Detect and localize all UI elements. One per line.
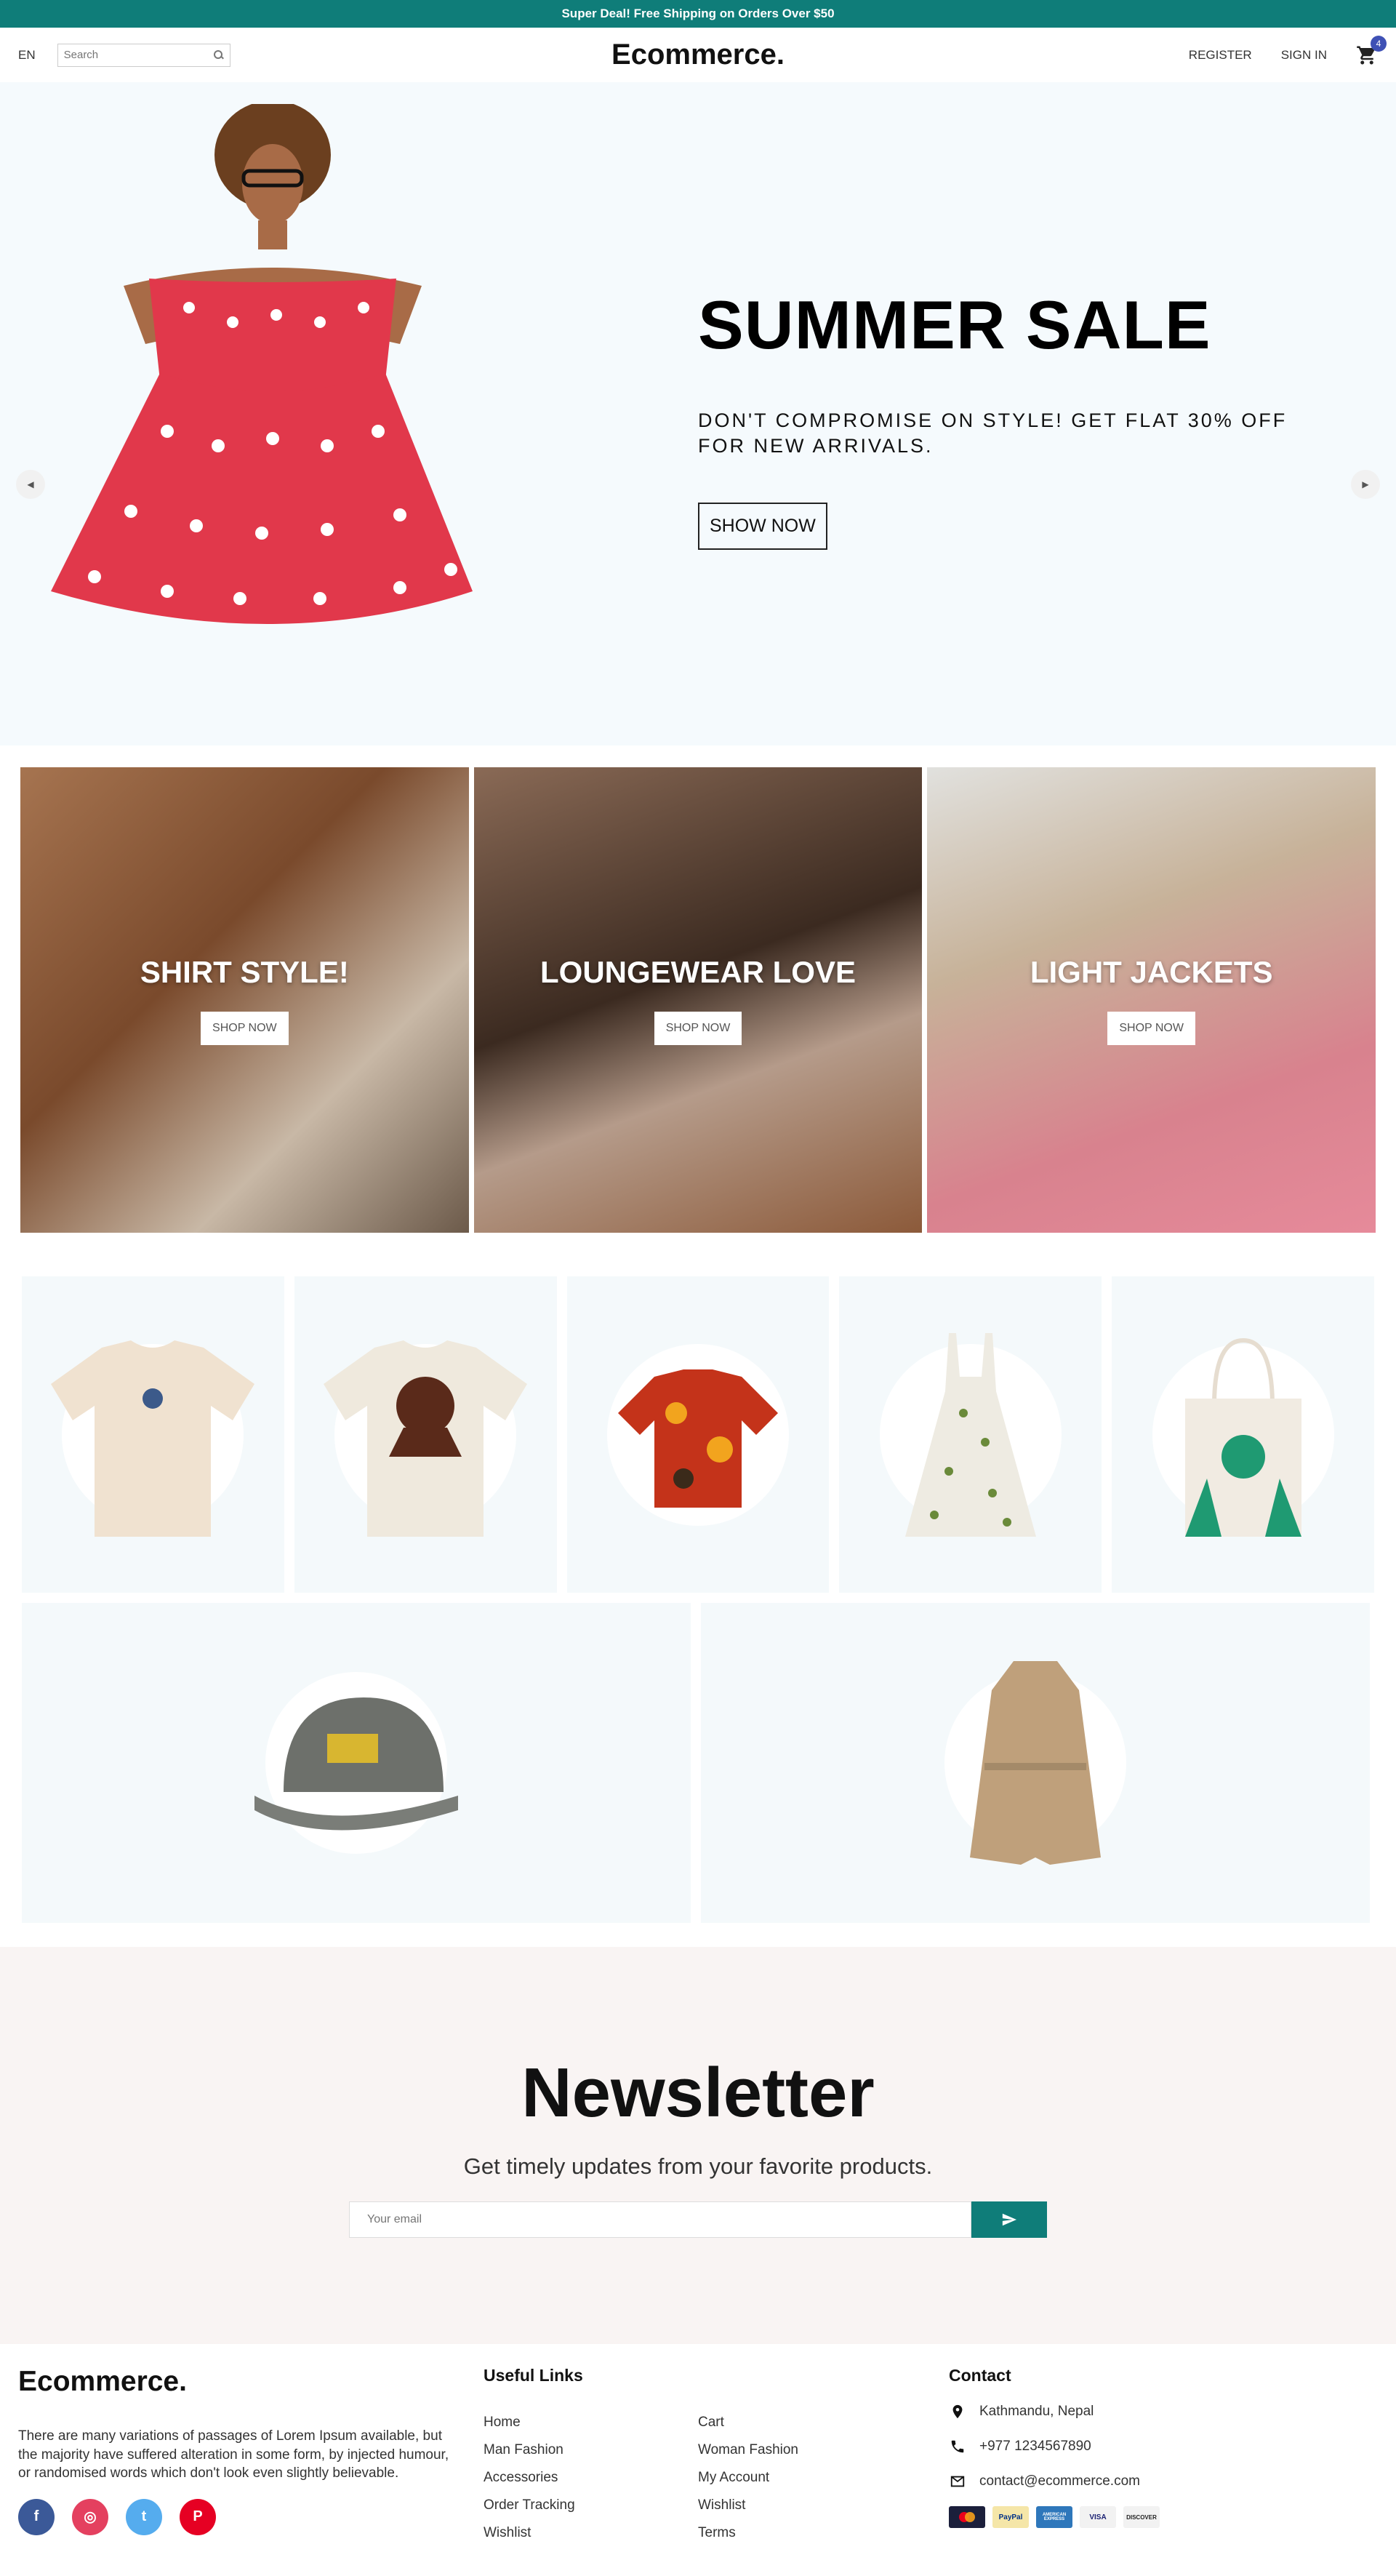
footer-link[interactable]: Wishlist: [484, 2525, 698, 2541]
shop-now-button[interactable]: SHOP NOW: [201, 1012, 289, 1045]
contact-phone[interactable]: +977 1234567890: [979, 2439, 1091, 2455]
paypal-icon: PayPal: [992, 2506, 1029, 2528]
search-box: [57, 43, 230, 67]
category-title: SHIRT STYLE!: [140, 955, 349, 989]
amex-icon: AMERICAN EXPRESS: [1036, 2506, 1072, 2528]
search-input[interactable]: [63, 49, 214, 61]
footer-logo[interactable]: Ecommerce.: [18, 2366, 484, 2398]
pinterest-icon[interactable]: P: [180, 2498, 216, 2535]
show-now-button[interactable]: SHOW NOW: [698, 503, 827, 551]
hero-title: SUMMER SALE: [698, 287, 1211, 363]
product-card[interactable]: [294, 1276, 557, 1593]
newsletter-title: Newsletter: [521, 2054, 875, 2132]
product-card[interactable]: [839, 1276, 1102, 1593]
product-card[interactable]: [1112, 1276, 1374, 1593]
cart-count-badge: 4: [1371, 35, 1387, 52]
arrow-right-icon: ▶: [1362, 479, 1369, 489]
category-card[interactable]: LIGHT JACKETS SHOP NOW: [927, 767, 1376, 1233]
slider-next-button[interactable]: ▶: [1351, 470, 1380, 499]
search-icon[interactable]: [213, 49, 224, 60]
twitter-icon[interactable]: t: [126, 2498, 162, 2535]
phone-icon: [949, 2438, 966, 2455]
footer-link[interactable]: Terms: [698, 2525, 912, 2541]
shop-now-button[interactable]: SHOP NOW: [654, 1012, 742, 1045]
hero-slider: ◀ SUMMER SALE DON'T COMPROMISE ON STYLE!…: [0, 82, 1396, 745]
category-grid: SHIRT STYLE! SHOP NOW LOUNGEWEAR LOVE SH…: [0, 745, 1396, 1233]
newsletter-form: [349, 2201, 1047, 2238]
site-logo[interactable]: Ecommerce.: [611, 39, 785, 71]
footer-link[interactable]: Order Tracking: [484, 2497, 698, 2513]
visa-icon: VISA: [1080, 2506, 1116, 2528]
product-card[interactable]: [701, 1603, 1370, 1923]
contact-address: Kathmandu, Nepal: [979, 2404, 1094, 2419]
newsletter-section: Newsletter Get timely updates from your …: [0, 1947, 1396, 2344]
signin-link[interactable]: SIGN IN: [1281, 48, 1327, 63]
cart-button[interactable]: 4: [1356, 35, 1387, 66]
footer-description: There are many variations of passages of…: [18, 2428, 449, 2481]
footer-link[interactable]: Man Fashion: [484, 2442, 698, 2458]
payment-methods: PayPal AMERICAN EXPRESS VISA DISCOVER: [949, 2506, 1356, 2528]
shop-now-button[interactable]: SHOP NOW: [1107, 1012, 1195, 1045]
footer-link[interactable]: Woman Fashion: [698, 2442, 912, 2458]
contact-email[interactable]: contact@ecommerce.com: [979, 2473, 1140, 2489]
product-image: [51, 1340, 255, 1537]
contact-title: Contact: [949, 2366, 1011, 2385]
product-image: [617, 1369, 778, 1508]
product-image: [970, 1661, 1101, 1865]
mail-icon: [949, 2473, 966, 2490]
subscribe-button[interactable]: [971, 2201, 1047, 2238]
category-title: LOUNGEWEAR LOVE: [540, 955, 857, 989]
product-card[interactable]: [566, 1276, 830, 1593]
useful-links: Home Cart Man Fashion Woman Fashion Acce…: [484, 2415, 949, 2541]
register-link[interactable]: REGISTER: [1189, 48, 1252, 63]
hero-description: DON'T COMPROMISE ON STYLE! GET FLAT 30% …: [698, 409, 1288, 457]
useful-links-title: Useful Links: [484, 2366, 583, 2385]
footer-link[interactable]: Accessories: [484, 2470, 698, 2486]
announcement-bar: Super Deal! Free Shipping on Orders Over…: [0, 0, 1396, 28]
product-image: [904, 1332, 1036, 1537]
product-grid: [0, 1233, 1396, 1923]
hero-model-image: [51, 104, 473, 624]
footer-link[interactable]: Wishlist: [698, 2497, 912, 2513]
category-title: LIGHT JACKETS: [1030, 955, 1273, 989]
footer-link[interactable]: My Account: [698, 2470, 912, 2486]
facebook-icon[interactable]: f: [18, 2498, 55, 2535]
mastercard-icon: [949, 2506, 985, 2528]
instagram-icon[interactable]: ◎: [72, 2498, 108, 2535]
email-input[interactable]: [349, 2201, 971, 2238]
send-icon: [1002, 2213, 1017, 2226]
product-card[interactable]: [22, 1603, 691, 1923]
product-image: [324, 1340, 528, 1537]
category-card[interactable]: LOUNGEWEAR LOVE SHOP NOW: [473, 767, 923, 1233]
category-card[interactable]: SHIRT STYLE! SHOP NOW: [20, 767, 469, 1233]
language-selector[interactable]: EN: [18, 48, 36, 63]
product-image: [254, 1697, 458, 1831]
product-card[interactable]: [22, 1276, 284, 1593]
footer: Ecommerce. There are many variations of …: [0, 2344, 1396, 2541]
navbar: EN Ecommerce. REGISTER SIGN IN 4: [0, 28, 1396, 82]
footer-link[interactable]: Cart: [698, 2415, 912, 2431]
newsletter-subtitle: Get timely updates from your favorite pr…: [463, 2153, 933, 2179]
product-image: [1184, 1337, 1301, 1537]
footer-link[interactable]: Home: [484, 2415, 698, 2431]
discover-icon: DISCOVER: [1123, 2506, 1160, 2528]
location-icon: [949, 2403, 966, 2420]
